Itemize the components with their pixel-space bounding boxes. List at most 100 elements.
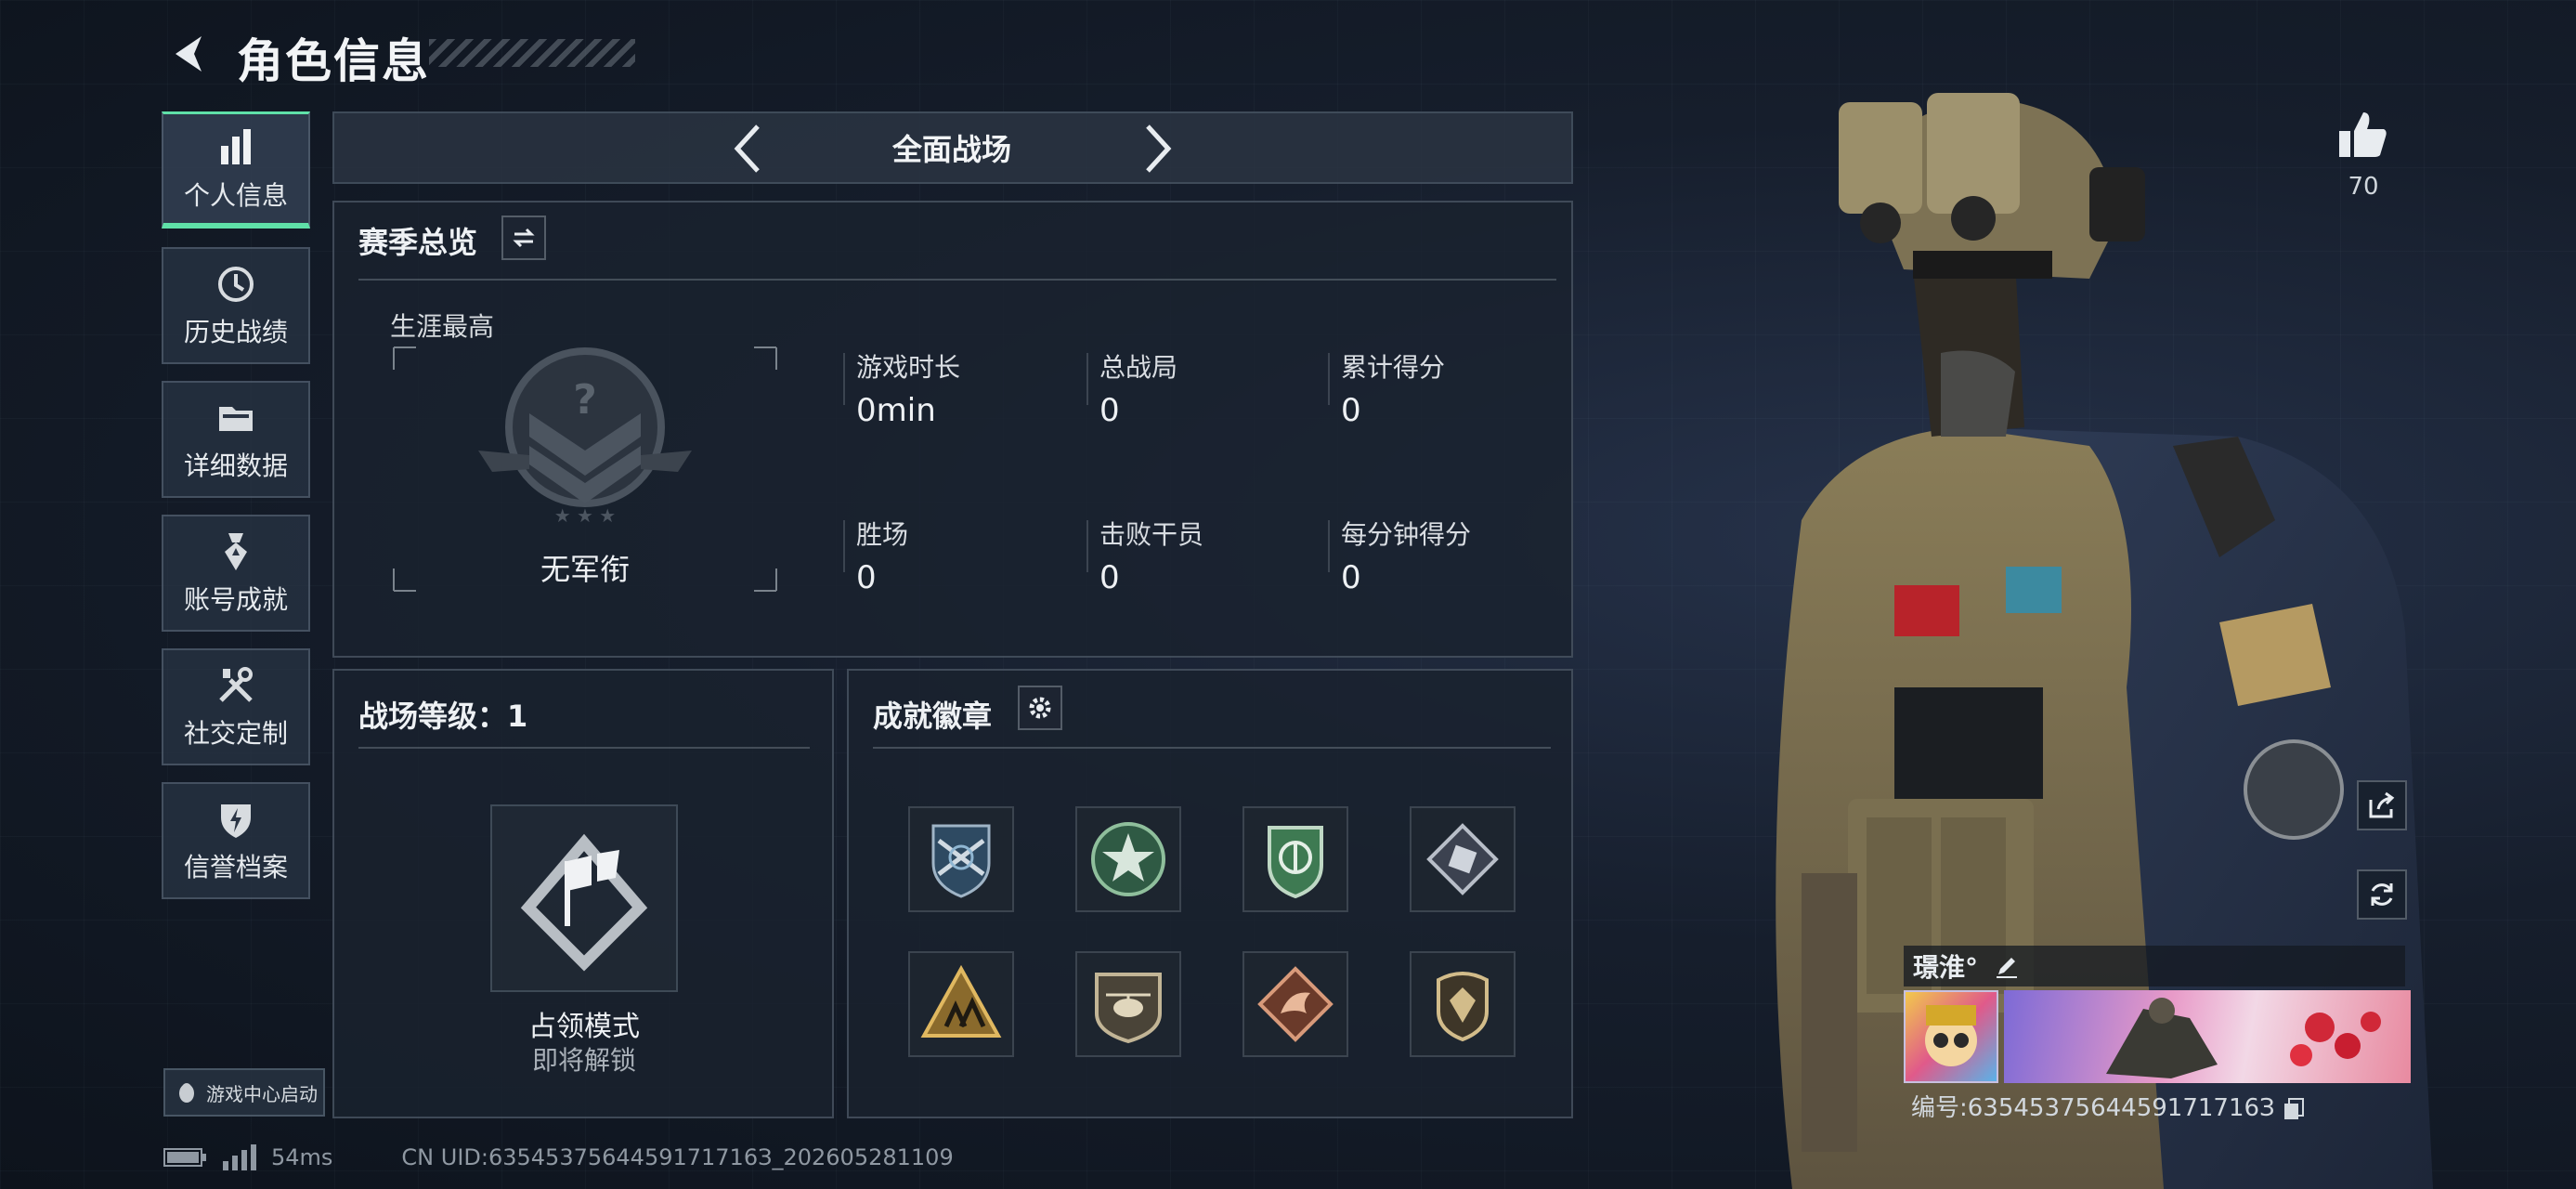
swap-icon: [513, 228, 535, 248]
player-name-bar: 璟淮°: [1904, 946, 2405, 986]
refresh-icon: [2371, 883, 2393, 906]
share-icon: [2369, 791, 2395, 818]
sidebar-item-detailed-data[interactable]: 详细数据: [162, 381, 310, 498]
banner-art: [2106, 998, 2381, 1078]
back-button[interactable]: [156, 26, 223, 82]
capture-mode-label: 占领模式: [528, 1011, 640, 1043]
stat-total-score-value: 0: [1341, 392, 1361, 429]
tools-icon: [219, 667, 253, 702]
title-decoration: [429, 39, 635, 67]
capture-mode-card[interactable]: [490, 804, 678, 992]
stat-kills-value: 0: [1099, 559, 1120, 596]
mode-prev-button[interactable]: [724, 121, 771, 176]
divider: [358, 279, 1556, 281]
season-switch-button[interactable]: [501, 216, 546, 260]
helicopter-badge-icon: [1095, 973, 1162, 1044]
sidebar-item-achievements[interactable]: 账号成就: [162, 515, 310, 632]
stat-kills-label: 击败干员: [1099, 519, 1204, 550]
crossed-rifles-badge-icon: [931, 824, 991, 898]
sidebar-item-reputation[interactable]: 信誉档案: [162, 782, 310, 899]
capture-flag-icon: [520, 833, 648, 972]
history-clock-icon: [218, 267, 254, 302]
career-high-label: 生涯最高: [390, 311, 495, 342]
uid-text: CN UID:6354537564459171716З_202605281109: [401, 1144, 954, 1170]
diamond-dice-badge-icon: [1426, 823, 1499, 895]
sidebar-item-label: 账号成就: [183, 584, 288, 615]
badge-diamond-dice[interactable]: [1410, 806, 1516, 912]
ping-value: 54ms: [271, 1144, 333, 1170]
badge-triangle-squad[interactable]: [908, 951, 1014, 1057]
penguin-icon: [179, 1083, 194, 1103]
stat-score-per-min-label: 每分钟得分: [1341, 519, 1472, 550]
star-badge-icon: [1091, 822, 1165, 896]
stat-divider: [1328, 520, 1330, 572]
status-bar: 54ms CN UID:6354537564459171716З_2026052…: [163, 1144, 954, 1170]
signal-icon: [223, 1144, 256, 1170]
back-arrow-icon: [176, 36, 202, 72]
stat-divider: [1328, 353, 1330, 405]
refresh-button[interactable]: [2357, 869, 2407, 920]
stat-wins-label: 胜场: [856, 519, 909, 550]
like-count: 70: [2348, 173, 2379, 201]
sidebar-item-history[interactable]: 历史战绩: [162, 247, 310, 364]
divider: [358, 747, 810, 749]
stat-play-time-value: 0min: [856, 392, 936, 429]
battle-level-title: 战场等级：1: [358, 699, 528, 734]
folder-icon: [219, 407, 253, 431]
stat-total-matches-label: 总战局: [1099, 352, 1178, 383]
player-id: 编号:6354537564459171716З: [1911, 1089, 2305, 1123]
chevron-left-icon: [734, 124, 760, 173]
badge-crest[interactable]: [1410, 951, 1516, 1057]
badge-green-shield[interactable]: [1242, 806, 1348, 912]
sidebar-item-label: 历史战绩: [183, 317, 288, 347]
crest-badge-icon: [1437, 972, 1489, 1042]
badge-crossed-rifles[interactable]: [908, 806, 1014, 912]
thumbs-up-icon: [2339, 112, 2387, 157]
stat-total-score-label: 累计得分: [1341, 352, 1446, 383]
stat-score-per-min-value: 0: [1341, 559, 1361, 596]
badge-star[interactable]: [1075, 806, 1181, 912]
sidebar-item-label: 信誉档案: [183, 852, 288, 882]
stat-divider: [1086, 353, 1088, 405]
svg-text:★ ★ ★: ★ ★ ★: [554, 504, 617, 527]
badge-helicopter[interactable]: [1075, 951, 1181, 1057]
battery-icon: [163, 1148, 206, 1167]
rank-label: 无军衔: [540, 552, 630, 587]
green-shield-badge-icon: [1268, 826, 1323, 899]
gear-icon: [1029, 697, 1051, 719]
mode-next-button[interactable]: [1135, 121, 1181, 176]
player-avatar[interactable]: [1904, 990, 1998, 1083]
stat-play-time-label: 游戏时长: [856, 352, 961, 383]
sidebar-item-label: 社交定制: [183, 718, 288, 749]
stat-divider: [843, 520, 845, 572]
player-name: 璟淮°: [1913, 952, 1979, 983]
badge-dragon[interactable]: [1242, 951, 1348, 1057]
game-center-button[interactable]: 游戏中心启动: [163, 1068, 325, 1117]
game-center-label: 游戏中心启动: [206, 1082, 318, 1105]
badge-settings-button[interactable]: [1018, 686, 1062, 730]
like-button[interactable]: [2333, 104, 2394, 165]
chevron-right-icon: [1146, 124, 1172, 173]
edit-pencil-icon[interactable]: [1993, 952, 2021, 980]
shield-bolt-icon: [221, 804, 251, 838]
divider: [873, 747, 1551, 749]
bar-chart-icon: [221, 128, 251, 164]
dragon-badge-icon: [1257, 966, 1334, 1042]
player-id-text: 编号:6354537564459171716З: [1911, 1094, 2275, 1122]
medal-icon: [225, 533, 247, 570]
page-title: 角色信息: [237, 34, 430, 88]
copy-icon[interactable]: [2283, 1097, 2305, 1121]
mode-label: 全面战场: [891, 132, 1011, 167]
stat-wins-value: 0: [856, 559, 877, 596]
avatar-character-icon: [1925, 1005, 1977, 1066]
triangle-squad-badge-icon: [920, 964, 1002, 1038]
stat-divider: [843, 353, 845, 405]
player-banner-card[interactable]: [2004, 990, 2411, 1083]
achievement-title: 成就徽章: [873, 699, 993, 734]
share-button[interactable]: [2357, 780, 2407, 830]
sidebar-item-social[interactable]: 社交定制: [162, 648, 310, 765]
season-overview-title: 赛季总览: [358, 225, 478, 260]
svg-text:?: ?: [573, 376, 597, 424]
sidebar-item-personal-info[interactable]: 个人信息: [162, 111, 310, 229]
sidebar-item-label: 个人信息: [183, 179, 288, 211]
